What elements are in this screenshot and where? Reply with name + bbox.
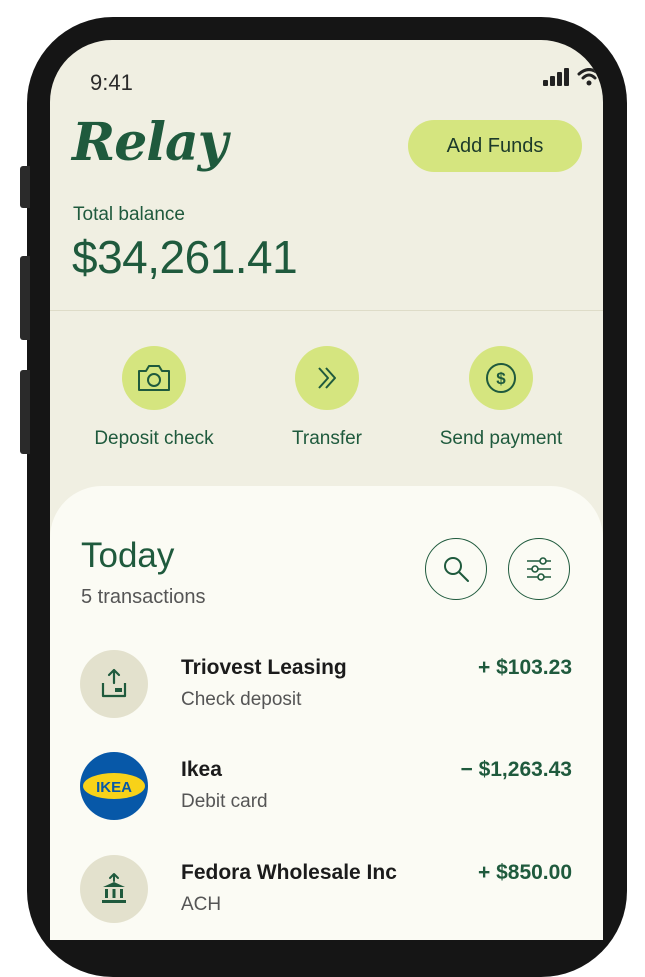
today-heading: Today (81, 536, 175, 575)
transaction-type: ACH (181, 894, 222, 915)
total-balance-label: Total balance (73, 204, 185, 225)
volume-down-button (20, 370, 30, 454)
bank-icon (102, 873, 126, 903)
svg-text:$: $ (496, 369, 506, 388)
divider (50, 310, 603, 311)
transaction-amount: − $1,263.43 (460, 758, 572, 781)
ikea-logo-mark: IKEA (83, 773, 145, 799)
add-funds-button[interactable]: Add Funds (408, 120, 582, 172)
ikea-logo: IKEA (80, 752, 148, 820)
transaction-name: Ikea (181, 758, 222, 781)
status-time: 9:41 (90, 70, 133, 95)
deposit-check-action[interactable]: Deposit check (64, 346, 244, 450)
wifi-icon (577, 68, 601, 86)
send-payment-action[interactable]: $ Send payment (411, 346, 591, 450)
transaction-amount: + $103.23 (477, 656, 572, 679)
transfer-action[interactable]: Transfer (237, 346, 417, 450)
volume-up-button (20, 256, 30, 340)
send-payment-button[interactable]: $ (469, 346, 533, 410)
camera-icon (138, 365, 170, 391)
transfer-button[interactable] (295, 346, 359, 410)
deposit-check-button[interactable] (122, 346, 186, 410)
transaction-name: Fedora Wholesale Inc (181, 861, 397, 884)
transaction-row[interactable]: Fedora Wholesale Inc ACH + $850.00 (80, 855, 572, 925)
transaction-row[interactable]: IKEA Ikea Debit card − $1,263.43 (80, 752, 572, 822)
transfer-label: Transfer (291, 428, 363, 449)
double-chevron-right-icon (318, 367, 336, 389)
transaction-name: Triovest Leasing (181, 656, 347, 679)
search-button[interactable] (425, 538, 487, 600)
search-icon (444, 557, 469, 582)
total-balance-amount: $34,261.41 (72, 231, 298, 283)
filter-button[interactable] (508, 538, 570, 600)
transaction-count: 5 transactions (81, 586, 206, 608)
transaction-amount: + $850.00 (477, 861, 572, 884)
check-deposit-icon (101, 668, 127, 698)
transaction-type: Debit card (181, 791, 268, 812)
transaction-row[interactable]: Triovest Leasing Check deposit + $103.23 (80, 650, 572, 720)
bank-icon-badge (80, 855, 148, 923)
dollar-icon: $ (486, 363, 516, 393)
mute-switch (20, 166, 30, 208)
signal-icon (543, 68, 569, 86)
status-icons (543, 68, 601, 86)
sliders-icon (527, 557, 551, 581)
relay-logo: Relay (72, 112, 228, 173)
check-deposit-icon-badge (80, 650, 148, 718)
deposit-check-label: Deposit check (94, 428, 214, 449)
transaction-type: Check deposit (181, 689, 302, 710)
app-screen: 9:41 Relay Add Funds Total balance $34,2… (50, 40, 603, 940)
send-payment-label: Send payment (439, 428, 563, 449)
ikea-logo-text: IKEA (96, 779, 132, 796)
